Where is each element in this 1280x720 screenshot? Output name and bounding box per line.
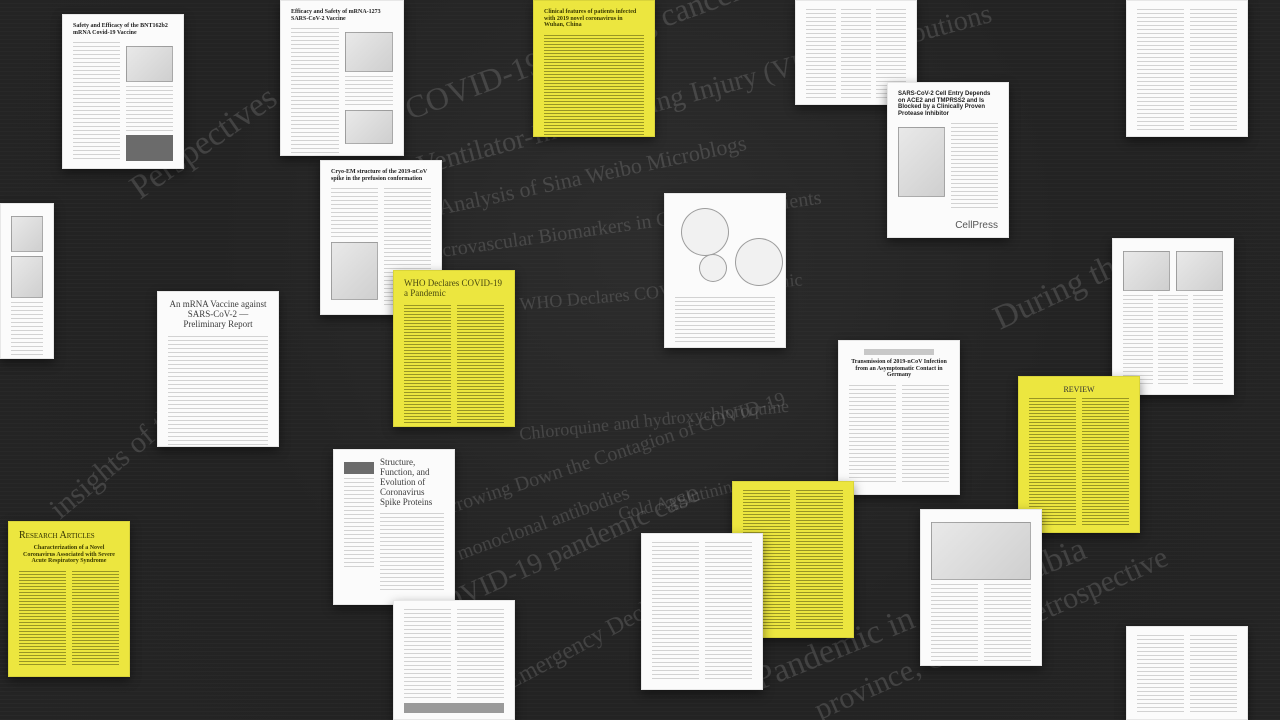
paper-thumbnail: Research Articles Characterization of a … [8,521,130,677]
paper-title: Cryo-EM structure of the 2019-nCoV spike… [331,169,428,182]
paper-title: Structure, Function, and Evolution of Co… [380,457,433,507]
paper-thumbnail [920,509,1042,666]
paper-title: SARS-CoV-2 Cell Entry Depends on ACE2 an… [898,91,991,117]
paper-thumbnail [1126,626,1248,720]
paper-thumbnail: WHO Declares COVID-19 a Pandemic [393,270,515,427]
paper-thumbnail [664,193,786,348]
paper-title: Efficacy and Safety of mRNA-1273 SARS-Co… [291,9,381,22]
paper-thumbnail: An mRNA Vaccine against SARS-CoV-2 — Pre… [157,291,279,447]
paper-thumbnail: Structure, Function, and Evolution of Co… [333,449,455,605]
collage-stage: COVID-19 and lung cancer: risks, mechani… [0,0,1280,720]
bg-phrase: COVID-19 and lung cancer: risks, mechani… [400,0,1154,127]
paper-thumbnail [1126,0,1248,137]
paper-title: Safety and Efficacy of the BNT162b2 mRNA… [73,23,168,36]
paper-thumbnail [393,600,515,720]
paper-thumbnail: Transmission of 2019-nCoV Infection from… [838,340,960,495]
paper-kicker: Research Articles [19,530,95,541]
paper-kicker: REVIEW [1063,385,1095,394]
paper-thumbnail [641,533,763,690]
paper-thumbnail [0,203,54,359]
paper-title: WHO Declares COVID-19 a Pandemic [404,278,502,298]
paper-thumbnail: SARS-CoV-2 Cell Entry Depends on ACE2 an… [887,82,1009,238]
paper-thumbnail: Efficacy and Safety of mRNA-1273 SARS-Co… [280,0,404,156]
paper-title: Clinical features of patients infected w… [544,9,637,29]
paper-title: Transmission of 2019-nCoV Infection from… [851,359,947,379]
paper-thumbnail: Clinical features of patients infected w… [533,0,655,137]
paper-title: An mRNA Vaccine against SARS-CoV-2 — Pre… [169,299,267,329]
paper-title: Characterization of a Novel Coronavirus … [23,545,115,565]
bg-phrase: Chloroquine and hydroxychloroquine [518,396,790,444]
cellpress-logo: CellPress [955,220,998,231]
paper-thumbnail: Safety and Efficacy of the BNT162b2 mRNA… [62,14,184,169]
paper-thumbnail [1112,238,1234,395]
bg-phrase: Cold Agglutinin [616,476,734,524]
bg-phrase: monoclonal antibodies [454,482,632,565]
